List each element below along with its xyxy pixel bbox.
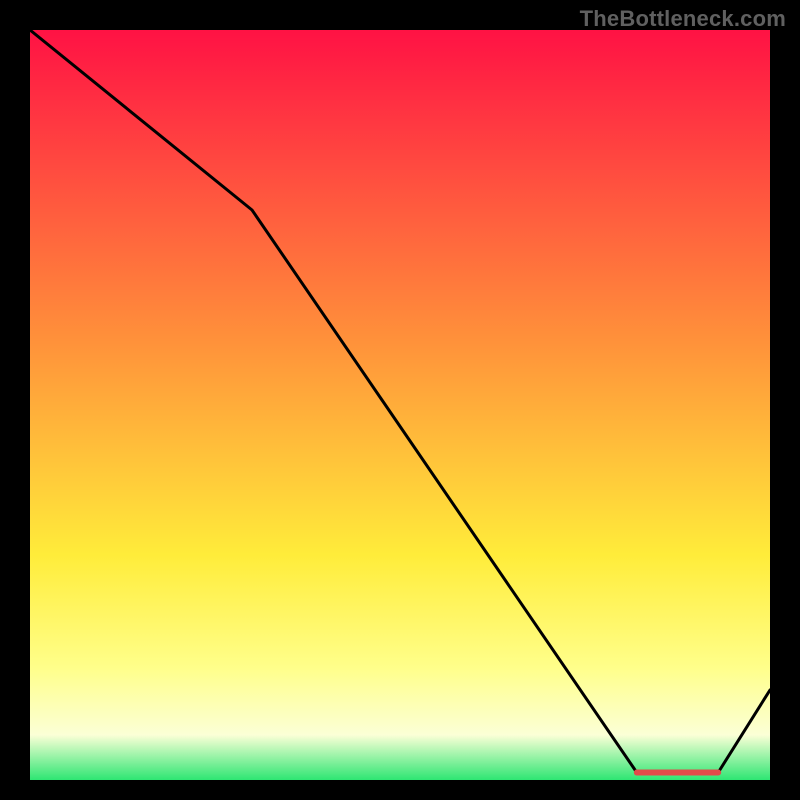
plot-area — [30, 30, 770, 780]
chart-container: TheBottleneck.com — [0, 0, 800, 800]
chart-svg — [30, 30, 770, 780]
gradient-background — [30, 30, 770, 780]
watermark-text: TheBottleneck.com — [580, 6, 786, 32]
